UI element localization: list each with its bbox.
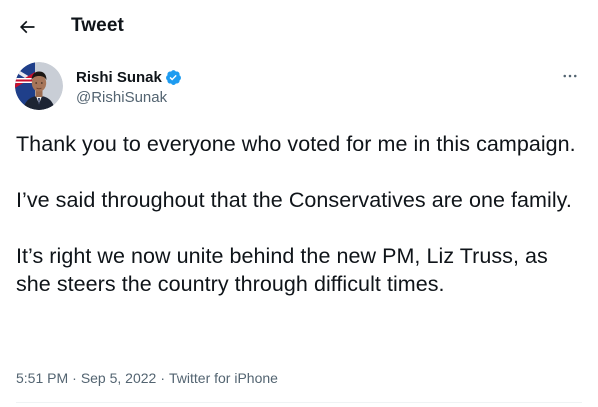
display-name[interactable]: Rishi Sunak bbox=[76, 69, 162, 86]
page-header: Tweet bbox=[0, 0, 598, 52]
verified-badge-icon bbox=[165, 69, 182, 86]
tweet-paragraph: Thank you to everyone who voted for me i… bbox=[16, 132, 576, 156]
tweet-author: Rishi Sunak @RishiSunak bbox=[15, 62, 585, 114]
more-options-button[interactable] bbox=[555, 64, 585, 88]
tweet-paragraph: It’s right we now unite behind the new P… bbox=[16, 244, 548, 296]
meta-separator: · bbox=[160, 370, 165, 386]
display-name-line: Rishi Sunak bbox=[76, 67, 182, 87]
tweet-paragraph: I’ve said throughout that the Conservati… bbox=[16, 188, 572, 212]
arrow-left-icon bbox=[19, 20, 35, 34]
avatar[interactable] bbox=[15, 62, 63, 110]
back-button[interactable] bbox=[10, 10, 44, 44]
tweet-date[interactable]: Sep 5, 2022 bbox=[81, 370, 157, 386]
author-names: Rishi Sunak @RishiSunak bbox=[76, 67, 182, 106]
tweet-text: Thank you to everyone who voted for me i… bbox=[16, 130, 576, 298]
divider bbox=[16, 402, 582, 403]
author-handle[interactable]: @RishiSunak bbox=[76, 89, 182, 106]
more-horizontal-icon bbox=[563, 74, 577, 78]
tweet-metadata: 5:51 PM · Sep 5, 2022 · Twitter for iPhone bbox=[16, 370, 278, 386]
tweet-time[interactable]: 5:51 PM bbox=[16, 370, 68, 386]
avatar-photo bbox=[15, 62, 63, 110]
page-title: Tweet bbox=[71, 15, 124, 36]
meta-separator: · bbox=[72, 370, 77, 386]
tweet-source[interactable]: Twitter for iPhone bbox=[169, 370, 278, 386]
